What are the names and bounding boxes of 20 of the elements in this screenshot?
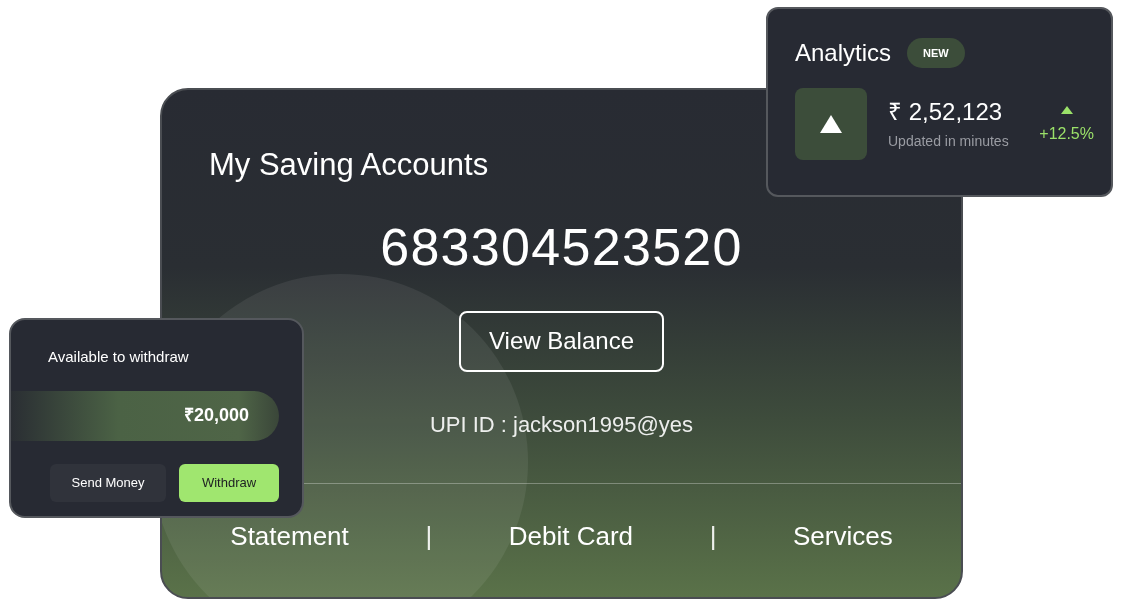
upi-id: UPI ID : jackson1995@yes xyxy=(429,410,694,439)
analytics-title: Analytics xyxy=(795,38,892,68)
footer-link[interactable]: Statement xyxy=(230,516,349,556)
send-money-button[interactable]: Send Money xyxy=(50,463,166,502)
view-balance-button[interactable]: View Balance xyxy=(459,310,664,372)
change-percent: +12.5% xyxy=(1039,124,1094,144)
updated-caption: Updated in minutes xyxy=(888,131,1009,151)
triangle-up-icon xyxy=(820,115,842,133)
account-number: 683304523520 xyxy=(380,220,743,273)
amount-bar: ₹20,000 xyxy=(11,390,279,441)
triangle-up-icon xyxy=(1060,106,1073,114)
footer-link[interactable]: Services xyxy=(793,516,893,556)
withdraw-button[interactable]: Withdraw xyxy=(179,463,279,502)
separator: | xyxy=(708,519,718,553)
new-badge: NEW xyxy=(907,37,965,69)
account-title: My Saving Accounts xyxy=(209,146,489,184)
analytics-amount: ₹ 2,52,123 xyxy=(888,96,1004,127)
separator: | xyxy=(424,519,434,553)
footer-link[interactable]: Debit Card xyxy=(508,516,634,556)
withdraw-title: Available to withdraw xyxy=(48,347,190,367)
